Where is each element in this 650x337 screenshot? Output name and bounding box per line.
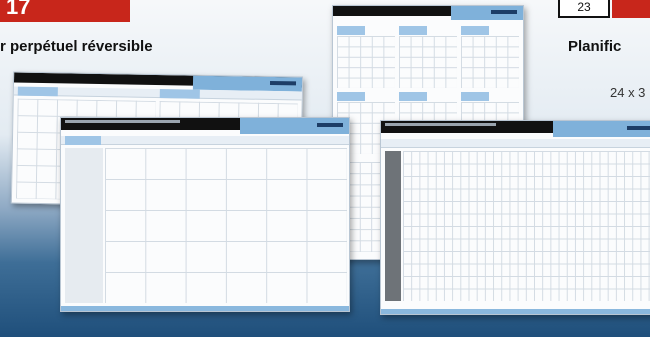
sheet-title-band bbox=[381, 139, 650, 148]
red-badge-left: 17 bbox=[0, 0, 130, 22]
sheet-header-title bbox=[385, 123, 497, 126]
calendar-grid bbox=[105, 148, 347, 303]
sheet-month-tab bbox=[461, 26, 489, 35]
sheet-header-title bbox=[65, 120, 181, 123]
calendar-grid bbox=[337, 36, 395, 88]
sheet-sidebar bbox=[65, 148, 103, 303]
sheet-logo bbox=[627, 126, 650, 130]
sheet-footer bbox=[381, 309, 650, 314]
sheet-footer bbox=[61, 306, 349, 311]
calendar-grid bbox=[399, 36, 457, 88]
month-column bbox=[385, 151, 401, 301]
sheet-month-tab bbox=[461, 92, 489, 101]
sheet-month-tab bbox=[337, 92, 365, 101]
planner-grid bbox=[403, 151, 650, 301]
sheet-month-tab bbox=[17, 86, 58, 97]
outlined-box-right: 23 bbox=[558, 0, 610, 18]
product-title-left: r perpétuel réversible bbox=[0, 38, 153, 55]
sheet-month-tab bbox=[65, 136, 101, 145]
product-dimensions: 24 x 3 bbox=[610, 85, 646, 100]
product-title-right: Planific bbox=[568, 38, 622, 55]
calendar-sheet-planner bbox=[380, 120, 650, 315]
sheet-logo bbox=[269, 80, 297, 86]
sheet-month-tab bbox=[159, 89, 200, 99]
badge-number: 17 bbox=[6, 0, 31, 19]
box-number: 23 bbox=[577, 0, 591, 14]
sheet-logo bbox=[317, 123, 343, 127]
calendar-sheet-front bbox=[60, 117, 350, 312]
red-badge-right bbox=[612, 0, 650, 18]
sheet-month-tab bbox=[337, 26, 365, 35]
sheet-title-band bbox=[61, 136, 349, 145]
sheet-month-tab bbox=[399, 26, 427, 35]
sheet-logo bbox=[491, 10, 517, 14]
calendar-grid bbox=[461, 36, 519, 88]
sheet-month-tab bbox=[399, 92, 427, 101]
